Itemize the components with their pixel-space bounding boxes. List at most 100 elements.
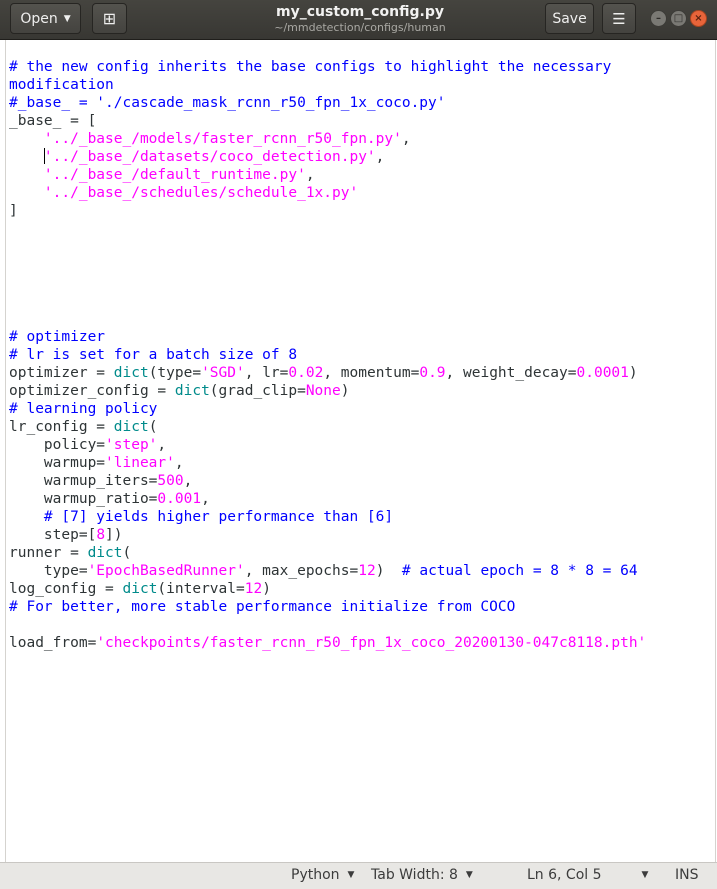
code-token: 0.02 bbox=[288, 365, 324, 381]
open-button-label: Open bbox=[20, 10, 58, 27]
code-token: # the new config inherits the base confi… bbox=[9, 59, 612, 75]
code-token: runner = bbox=[9, 545, 88, 561]
code-token: , bbox=[401, 131, 411, 147]
code-line[interactable]: warmup_iters=500, bbox=[9, 472, 646, 490]
code-line[interactable]: warmup='linear', bbox=[9, 454, 646, 472]
code-token: dict bbox=[174, 383, 210, 399]
code-line[interactable] bbox=[9, 616, 646, 634]
code-line[interactable]: # For better, more stable performance in… bbox=[9, 598, 646, 616]
maximize-button[interactable]: □ bbox=[670, 10, 687, 27]
language-label: Python bbox=[291, 867, 340, 883]
minimize-button[interactable]: – bbox=[650, 10, 667, 27]
open-button[interactable]: Open ▼ bbox=[10, 3, 81, 34]
code-token: ) bbox=[340, 383, 350, 399]
code-token: , weight_decay= bbox=[445, 365, 577, 381]
code-token: None bbox=[305, 383, 341, 399]
cursor-position-label: Ln 6, Col 5 bbox=[527, 867, 602, 883]
cursor-position-selector[interactable]: Ln 6, Col 5 ▼ bbox=[527, 867, 648, 883]
code-token: dict bbox=[122, 581, 158, 597]
close-button[interactable]: × bbox=[690, 10, 707, 27]
code-line[interactable]: optimizer_config = dict(grad_clip=None) bbox=[9, 382, 646, 400]
code-line[interactable]: log_config = dict(interval=12) bbox=[9, 580, 646, 598]
code-line[interactable]: # the new config inherits the base confi… bbox=[9, 58, 646, 76]
code-line[interactable]: step=[8]) bbox=[9, 526, 646, 544]
code-line[interactable]: runner = dict( bbox=[9, 544, 646, 562]
code-token: dict bbox=[113, 365, 149, 381]
language-selector[interactable]: Python ▼ bbox=[291, 867, 354, 883]
new-document-button[interactable]: ⊞ bbox=[92, 3, 127, 34]
minimize-icon: – bbox=[656, 13, 661, 24]
code-line[interactable]: policy='step', bbox=[9, 436, 646, 454]
insert-mode-indicator[interactable]: INS bbox=[675, 867, 699, 883]
code-line[interactable]: # [7] yields higher performance than [6] bbox=[9, 508, 646, 526]
chevron-down-icon: ▼ bbox=[465, 870, 473, 880]
code-token: , bbox=[174, 455, 184, 471]
code-token: 0.001 bbox=[157, 491, 202, 507]
code-token: 500 bbox=[157, 473, 184, 489]
code-line[interactable]: '../_base_/models/faster_rcnn_r50_fpn.py… bbox=[9, 130, 646, 148]
code-line[interactable]: '../_base_/schedules/schedule_1x.py' bbox=[9, 184, 646, 202]
text-editor[interactable]: # the new config inherits the base confi… bbox=[5, 40, 716, 862]
tab-width-selector[interactable]: Tab Width: 8 ▼ bbox=[371, 867, 473, 883]
code-line[interactable]: '../_base_/default_runtime.py', bbox=[9, 166, 646, 184]
code-line[interactable] bbox=[9, 238, 646, 256]
code-line[interactable]: #_base_ = './cascade_mask_rcnn_r50_fpn_1… bbox=[9, 94, 646, 112]
code-line[interactable] bbox=[9, 220, 646, 238]
code-line[interactable]: type='EpochBasedRunner', max_epochs=12) … bbox=[9, 562, 646, 580]
hamburger-menu-icon: ☰ bbox=[612, 9, 626, 28]
code-token: warmup= bbox=[9, 455, 106, 471]
window-title: my_custom_config.py bbox=[276, 4, 444, 20]
chevron-down-icon: ▼ bbox=[347, 870, 355, 880]
code-line[interactable]: # optimizer bbox=[9, 328, 646, 346]
menu-button[interactable]: ☰ bbox=[602, 3, 636, 34]
code-token: 'checkpoints/faster_rcnn_r50_fpn_1x_coco… bbox=[96, 635, 647, 651]
code-view[interactable]: # the new config inherits the base confi… bbox=[9, 58, 646, 652]
code-token: lr_config = bbox=[9, 419, 114, 435]
code-token: ) bbox=[262, 581, 271, 597]
code-line[interactable]: # learning policy bbox=[9, 400, 646, 418]
code-token: # learning policy bbox=[9, 401, 158, 417]
code-token: , bbox=[157, 437, 167, 453]
code-token: 8 bbox=[96, 527, 106, 543]
code-token: optimizer = bbox=[9, 365, 114, 381]
code-token: 0.0001 bbox=[576, 365, 629, 381]
code-token: 'step' bbox=[105, 437, 158, 453]
code-token: 'EpochBasedRunner' bbox=[87, 563, 245, 579]
code-token: , lr= bbox=[244, 365, 289, 381]
code-line[interactable]: warmup_ratio=0.001, bbox=[9, 490, 646, 508]
code-line[interactable]: load_from='checkpoints/faster_rcnn_r50_f… bbox=[9, 634, 646, 652]
code-line[interactable] bbox=[9, 310, 646, 328]
code-token: 0.9 bbox=[419, 365, 446, 381]
code-line[interactable]: lr_config = dict( bbox=[9, 418, 646, 436]
new-document-icon: ⊞ bbox=[102, 9, 117, 28]
code-token: , bbox=[201, 491, 210, 507]
code-token: #_base_ = './cascade_mask_rcnn_r50_fpn_1… bbox=[9, 95, 446, 111]
code-line[interactable]: optimizer = dict(type='SGD', lr=0.02, mo… bbox=[9, 364, 646, 382]
code-line[interactable] bbox=[9, 292, 646, 310]
code-line[interactable] bbox=[9, 256, 646, 274]
insert-mode-label: INS bbox=[675, 867, 699, 883]
code-line[interactable]: _base_ = [ bbox=[9, 112, 646, 130]
code-line[interactable] bbox=[9, 274, 646, 292]
code-token: , momentum= bbox=[323, 365, 420, 381]
code-line[interactable]: ] bbox=[9, 202, 646, 220]
window-title-area: my_custom_config.py ~/mmdetection/config… bbox=[200, 4, 520, 35]
code-token: # lr is set for a batch size of 8 bbox=[9, 347, 298, 363]
code-token: ] bbox=[9, 203, 18, 219]
code-line[interactable]: # lr is set for a batch size of 8 bbox=[9, 346, 646, 364]
code-line[interactable]: '../_base_/datasets/coco_detection.py', bbox=[9, 148, 646, 166]
code-token: policy= bbox=[9, 437, 106, 453]
code-token: , max_epochs= bbox=[244, 563, 359, 579]
code-token: '../_base_/default_runtime.py' bbox=[43, 167, 306, 183]
code-token: warmup_ratio= bbox=[9, 491, 158, 507]
header-bar: Open ▼ ⊞ my_custom_config.py ~/mmdetecti… bbox=[0, 0, 717, 40]
code-line[interactable]: modification bbox=[9, 76, 646, 94]
code-token: # For better, more stable performance in… bbox=[9, 599, 516, 615]
save-button[interactable]: Save bbox=[545, 3, 594, 34]
code-token: ( bbox=[148, 419, 158, 435]
